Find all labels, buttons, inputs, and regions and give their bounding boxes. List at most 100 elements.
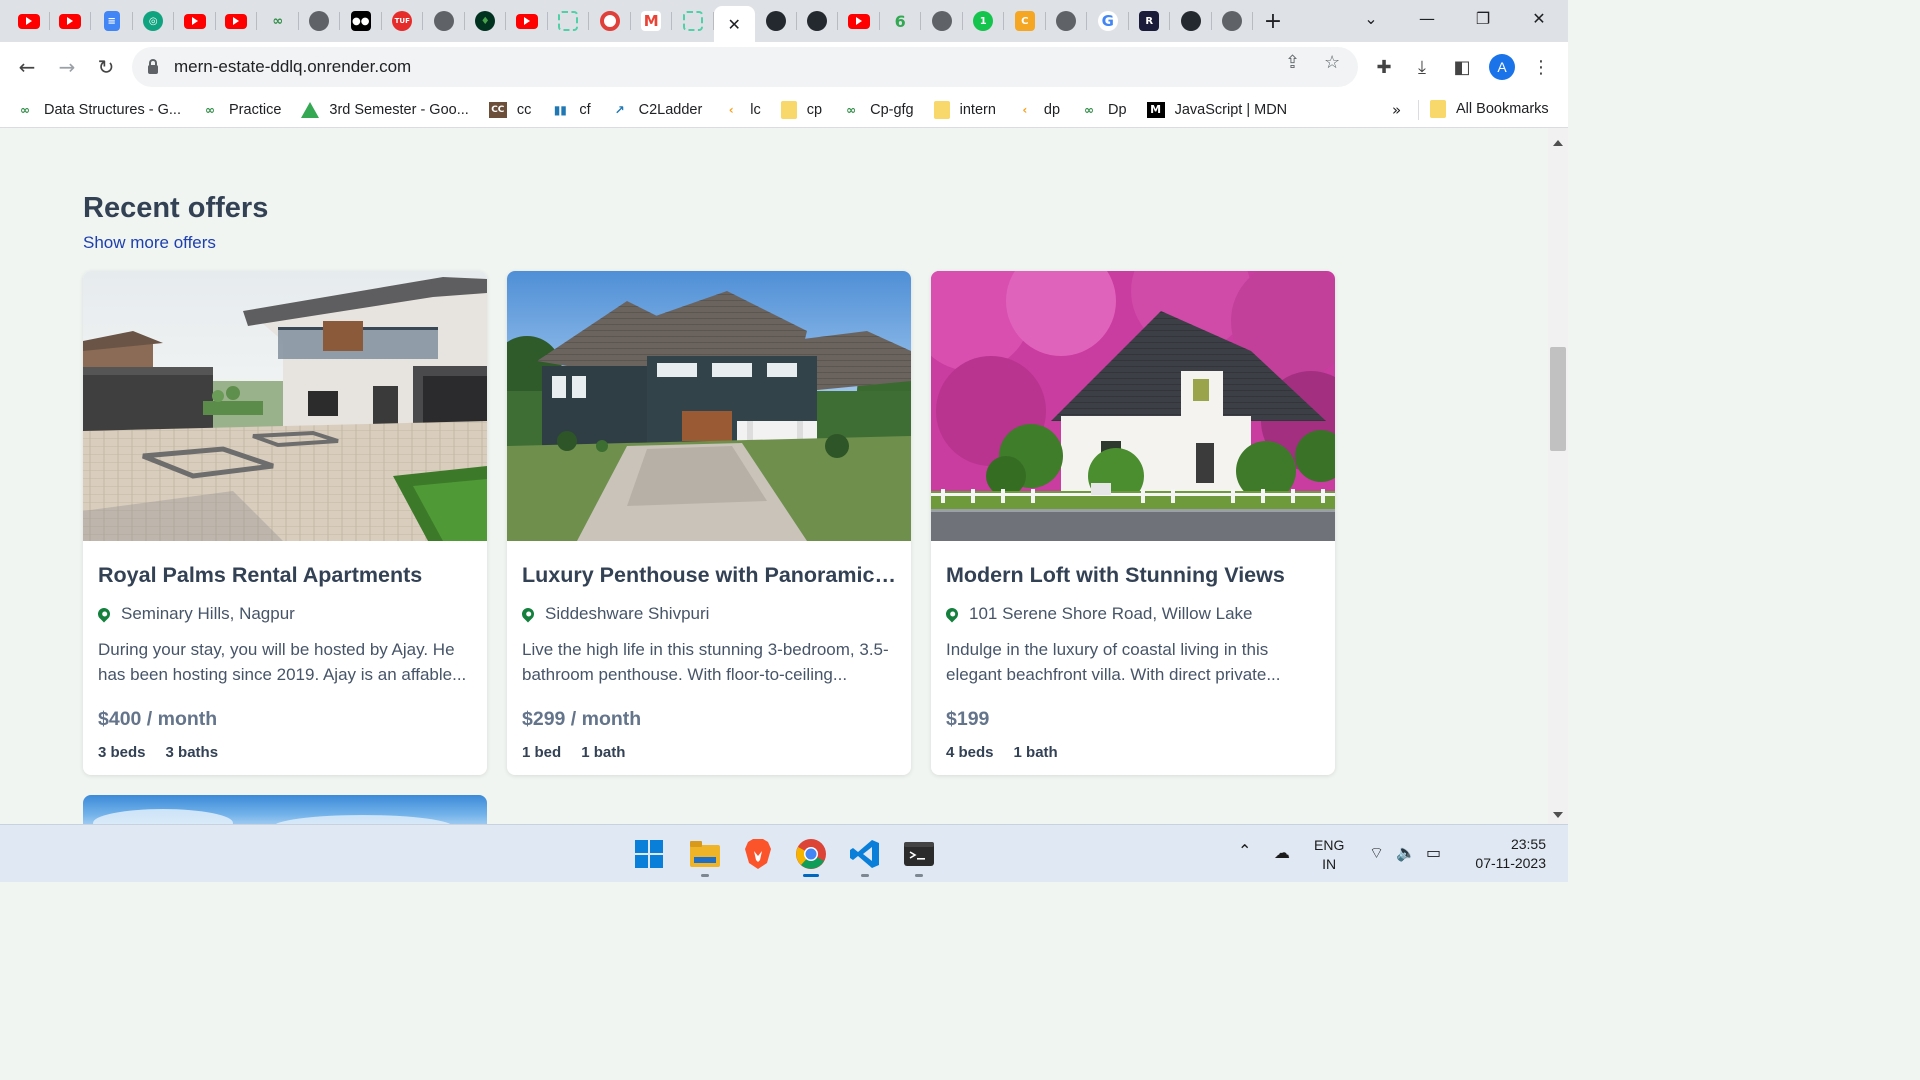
listing-baths: 1 bath — [581, 744, 626, 761]
taskbar-indicator — [701, 874, 709, 877]
bookmark-item[interactable]: ∞ Practice — [201, 102, 281, 118]
new-tab-button[interactable]: + — [1253, 9, 1293, 34]
listing-card[interactable]: Luxury Penthouse with Panoramic ... Sidd… — [507, 271, 911, 775]
volume-icon[interactable]: 🔈 — [1396, 843, 1416, 862]
craftsman-house-photo — [507, 271, 911, 541]
terminal-icon[interactable] — [902, 837, 936, 877]
tab[interactable]: C — [1004, 0, 1046, 42]
bookmark-item[interactable]: ∞ Dp — [1080, 102, 1127, 118]
bookmark-item[interactable]: ‹ dp — [1016, 102, 1060, 118]
all-bookmarks-button[interactable]: All Bookmarks — [1430, 100, 1549, 118]
location-pin-icon — [519, 605, 537, 623]
tab[interactable]: R — [1129, 0, 1171, 42]
onedrive-icon[interactable]: ☁ — [1274, 843, 1290, 862]
tab[interactable] — [921, 0, 963, 42]
language-code: ENG — [1314, 837, 1345, 853]
close-window-button[interactable]: ✕ — [1514, 0, 1564, 36]
bookmark-item[interactable]: ▮▮ cf — [551, 102, 591, 118]
download-icon[interactable]: ⤓ — [1410, 55, 1434, 79]
chevron-up-icon[interactable]: ⌃ — [1238, 841, 1251, 860]
url-text[interactable]: mern-estate-ddlq.onrender.com — [174, 57, 411, 77]
bookmark-item[interactable]: intern — [933, 100, 996, 119]
listing-image[interactable] — [507, 271, 911, 541]
menu-icon[interactable]: ⋮ — [1529, 55, 1553, 79]
close-icon[interactable]: ✕ — [728, 15, 741, 34]
listing-image[interactable] — [83, 271, 487, 541]
bookmark-item[interactable]: M JavaScript | MDN — [1146, 101, 1287, 118]
one-icon: 1 — [973, 11, 994, 31]
tab[interactable]: ♦ — [465, 0, 507, 42]
address-bar[interactable]: mern-estate-ddlq.onrender.com — [132, 47, 1358, 87]
tab[interactable] — [50, 0, 92, 42]
tab[interactable]: M — [631, 0, 673, 42]
tab[interactable] — [838, 0, 880, 42]
clock[interactable]: 23:55 07-11-2023 — [1466, 835, 1546, 873]
bookmark-item[interactable]: CC cc — [488, 101, 531, 118]
tab[interactable]: ≡ — [91, 0, 133, 42]
minimize-button[interactable]: — — [1402, 0, 1452, 36]
tab[interactable] — [1212, 0, 1254, 42]
chart-icon: ↗ — [614, 102, 625, 117]
vscode-icon[interactable] — [848, 837, 882, 877]
scroll-up-arrow[interactable] — [1553, 140, 1563, 146]
tab[interactable] — [797, 0, 839, 42]
windows-start-icon[interactable] — [632, 837, 666, 871]
forward-button[interactable]: → — [54, 54, 80, 80]
listing-card[interactable]: Royal Palms Rental Apartments Seminary H… — [83, 271, 487, 775]
bookmark-item[interactable]: ‹ lc — [722, 102, 761, 118]
side-panel-icon[interactable]: ◧ — [1450, 55, 1474, 79]
chrome-icon[interactable] — [794, 837, 828, 877]
tab[interactable]: G — [1087, 0, 1129, 42]
show-more-offers-link[interactable]: Show more offers — [83, 233, 216, 253]
listing-card-partial[interactable] — [83, 795, 487, 824]
tab[interactable]: ●● — [340, 0, 382, 42]
extensions-icon[interactable]: ✚ — [1372, 55, 1396, 79]
bookmark-item[interactable]: ∞ Cp-gfg — [842, 102, 914, 118]
tab[interactable] — [174, 0, 216, 42]
tab[interactable] — [216, 0, 258, 42]
tab[interactable] — [1170, 0, 1212, 42]
bookmark-star-icon[interactable]: ☆ — [1324, 52, 1340, 73]
tab-active[interactable]: ✕ — [713, 6, 755, 42]
scroll-down-arrow[interactable] — [1553, 812, 1563, 818]
bookmark-item[interactable]: cp — [780, 100, 822, 119]
listing-title[interactable]: Royal Palms Rental Apartments — [98, 563, 472, 588]
battery-icon[interactable]: ▭ — [1426, 843, 1441, 862]
tab[interactable]: 1 — [963, 0, 1005, 42]
share-icon[interactable]: ⇪ — [1285, 52, 1300, 73]
tab[interactable]: 6 — [880, 0, 922, 42]
listing-image[interactable] — [931, 271, 1335, 541]
listing-card[interactable]: Modern Loft with Stunning Views 101 Sere… — [931, 271, 1335, 775]
tab[interactable] — [589, 0, 631, 42]
bookmark-item[interactable]: ↗ C2Ladder — [611, 102, 703, 118]
tab[interactable] — [299, 0, 341, 42]
more-bookmarks-button[interactable]: » — [1392, 101, 1401, 119]
takeuforward-icon: TUF — [392, 11, 413, 31]
tab[interactable] — [506, 0, 548, 42]
wifi-icon[interactable]: ⌔ — [1369, 843, 1384, 863]
scroll-thumb[interactable] — [1550, 347, 1566, 451]
page-scrollbar[interactable] — [1548, 128, 1568, 824]
restore-button[interactable]: ❐ — [1458, 0, 1508, 36]
back-button[interactable]: ← — [14, 54, 40, 80]
file-explorer-icon[interactable] — [688, 837, 722, 877]
listing-title[interactable]: Luxury Penthouse with Panoramic ... — [522, 563, 896, 588]
tab[interactable] — [755, 0, 797, 42]
tab[interactable] — [1046, 0, 1088, 42]
lock-icon[interactable] — [148, 58, 158, 74]
tab[interactable]: ∞ — [257, 0, 299, 42]
bookmark-item[interactable]: ∞ Data Structures - G... — [16, 102, 181, 118]
tab[interactable] — [8, 0, 50, 42]
tab[interactable] — [548, 0, 590, 42]
tab-search-button[interactable]: ⌄ — [1346, 0, 1396, 36]
bookmark-item[interactable]: 3rd Semester - Goo... — [301, 101, 469, 118]
listing-title[interactable]: Modern Loft with Stunning Views — [946, 563, 1320, 588]
tab[interactable] — [423, 0, 465, 42]
tab[interactable] — [672, 0, 714, 42]
avatar[interactable]: A — [1489, 54, 1515, 80]
tab[interactable]: ◎ — [133, 0, 175, 42]
language-indicator[interactable]: ENG IN — [1314, 836, 1344, 874]
tab[interactable]: TUF — [382, 0, 424, 42]
brave-icon[interactable] — [741, 837, 775, 871]
reload-button[interactable]: ↻ — [93, 54, 119, 80]
